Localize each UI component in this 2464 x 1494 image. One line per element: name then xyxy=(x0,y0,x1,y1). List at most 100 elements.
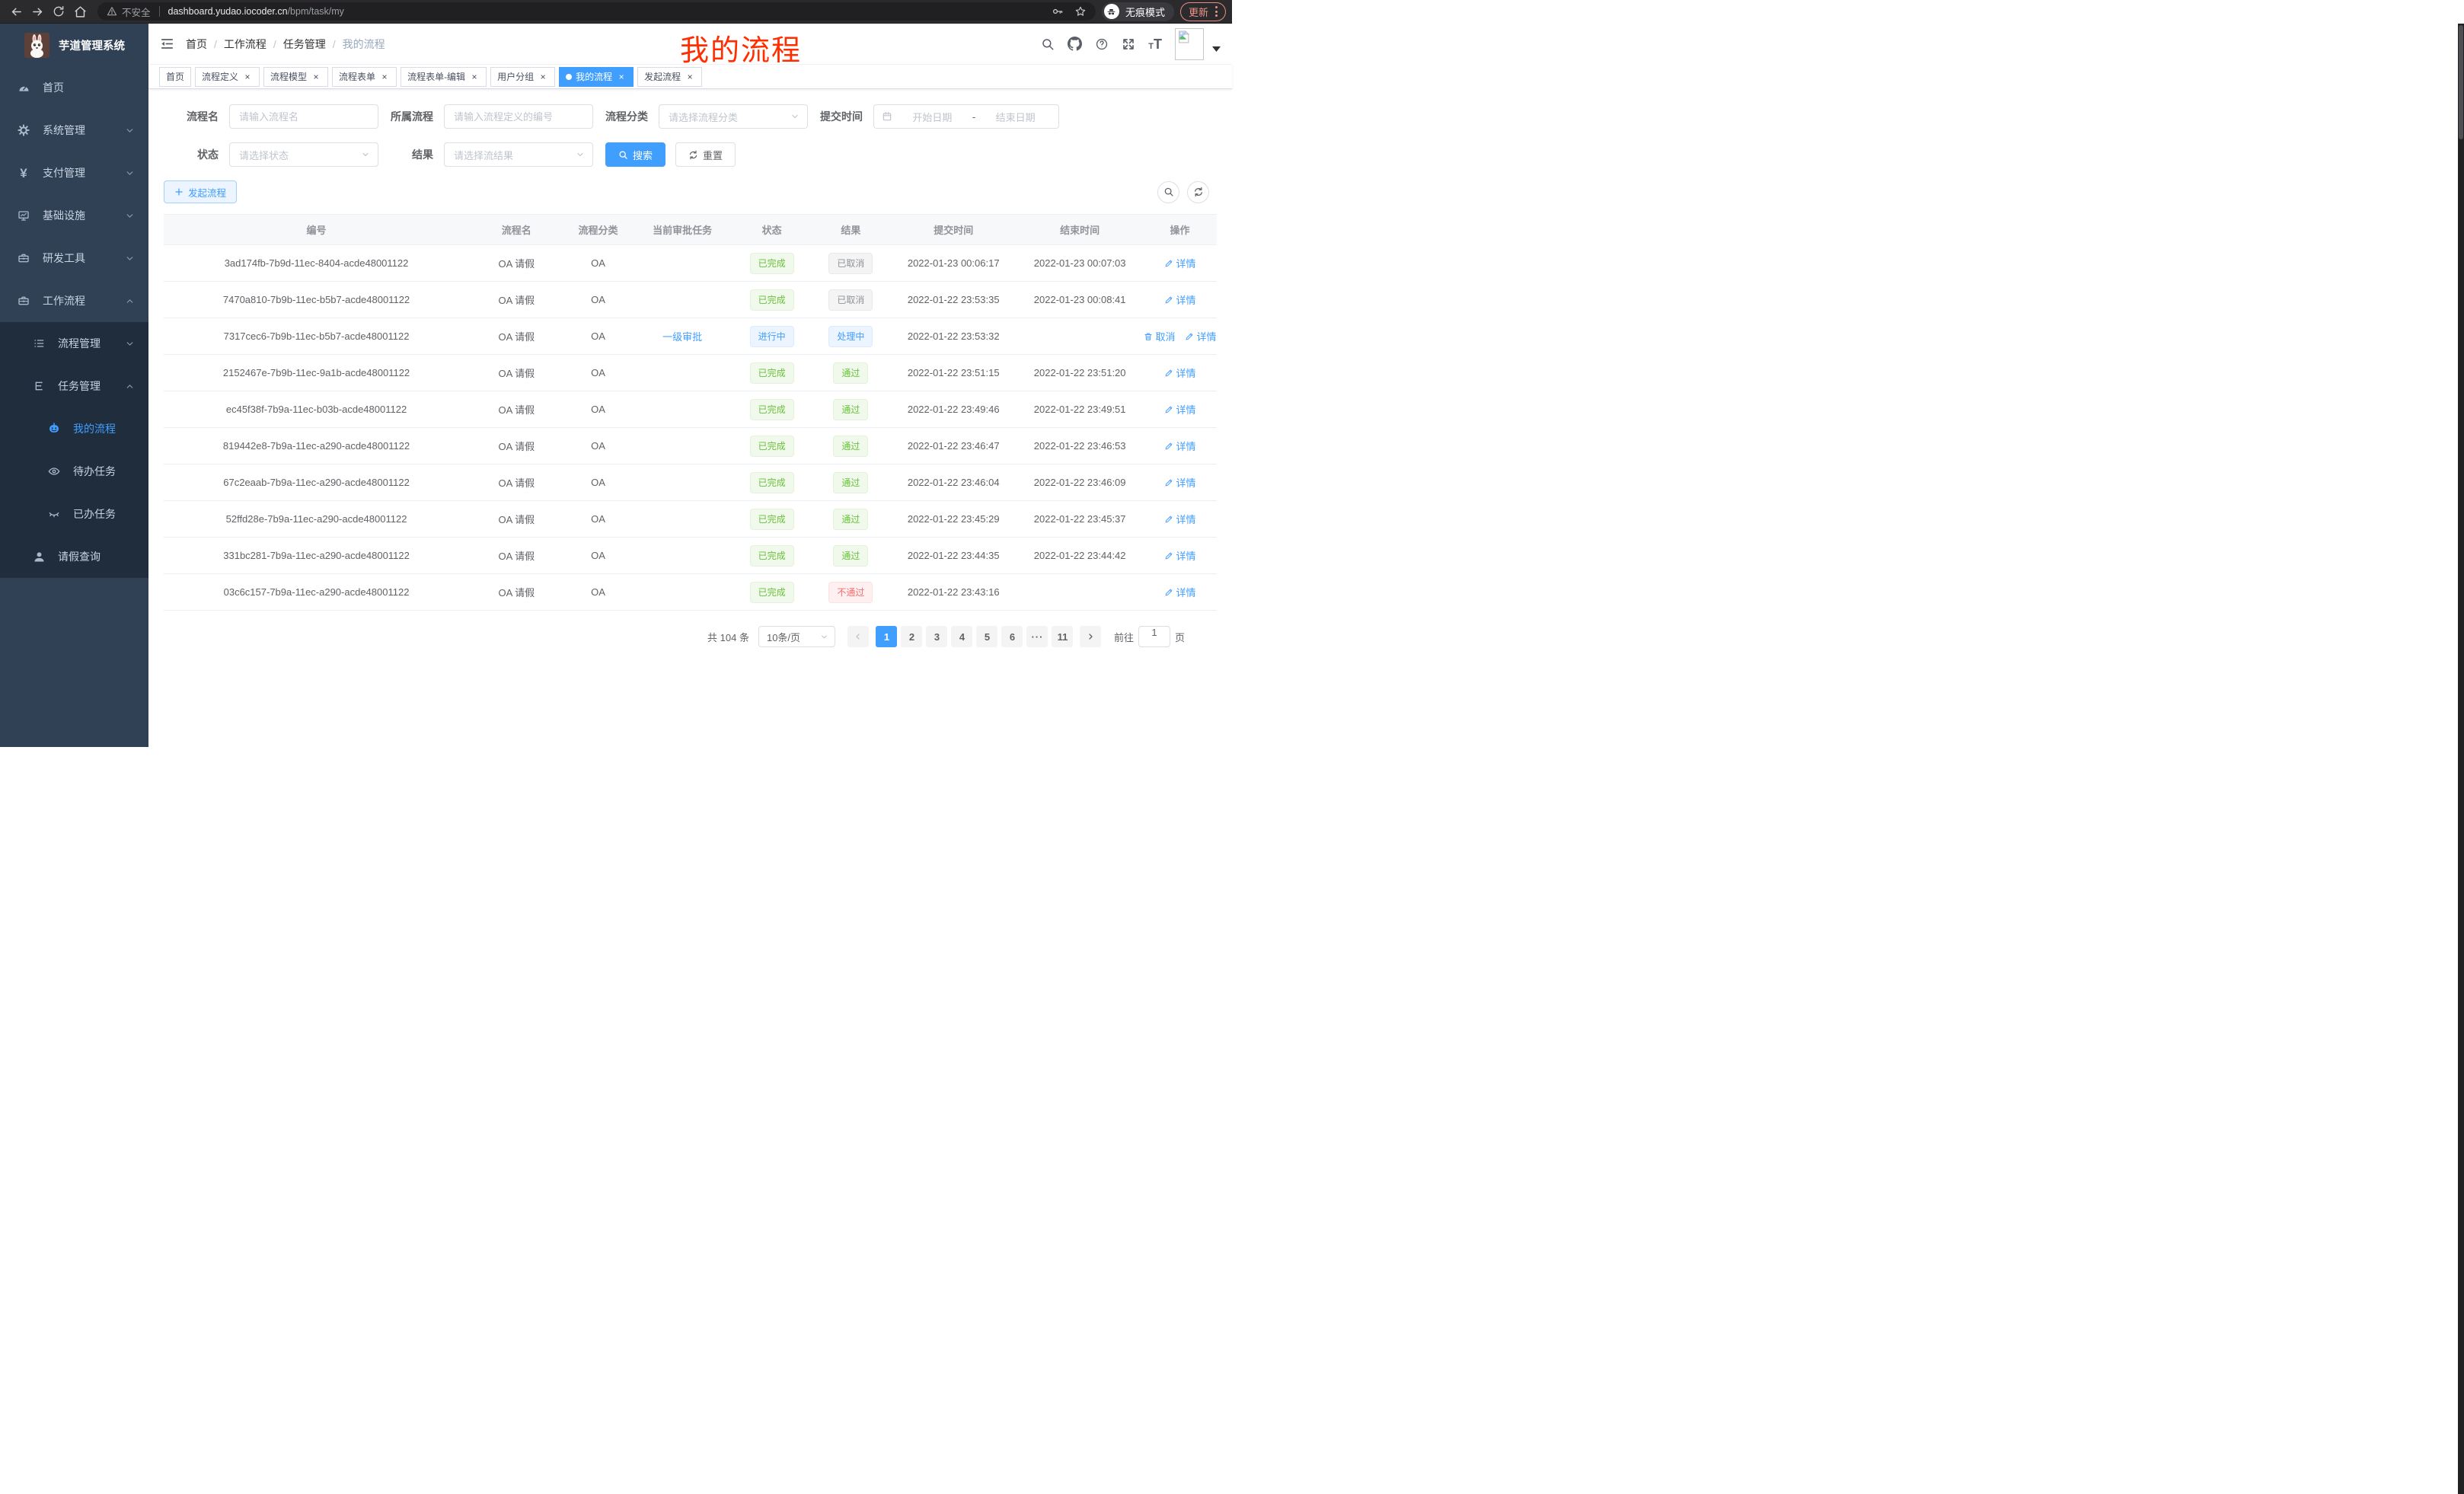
next-page-button[interactable] xyxy=(1080,626,1101,647)
browser-back-button[interactable] xyxy=(6,2,26,21)
process-def-input[interactable] xyxy=(444,104,593,129)
sidebar-item-workflow[interactable]: 工作流程 xyxy=(0,279,148,322)
security-chip[interactable]: 不安全 xyxy=(107,5,151,19)
page-number-button[interactable]: 3 xyxy=(926,626,947,647)
detail-action[interactable]: 详情 xyxy=(1164,366,1196,380)
app-logo[interactable]: 芋道管理系统 xyxy=(0,24,148,66)
sidebar-item-process-mgmt[interactable]: 流程管理 xyxy=(0,322,148,365)
reset-button[interactable]: 重置 xyxy=(675,142,736,167)
table-header-row: 编号流程名流程分类当前审批任务状态结果提交时间结束时间操作 xyxy=(164,215,1217,245)
bookmark-star-icon[interactable] xyxy=(1074,5,1087,18)
breadcrumb-task-mgmt[interactable]: 任务管理 xyxy=(283,37,326,52)
page-number-button[interactable]: 5 xyxy=(976,626,997,647)
close-icon[interactable]: × xyxy=(469,72,480,82)
tab-home[interactable]: 首页 xyxy=(159,67,191,87)
prev-page-button[interactable] xyxy=(847,626,869,647)
search-icon[interactable] xyxy=(1041,37,1055,51)
breadcrumb-workflow[interactable]: 工作流程 xyxy=(224,37,267,52)
chevron-down-icon xyxy=(125,254,135,263)
tab-start-process[interactable]: 发起流程 × xyxy=(637,67,702,87)
breadcrumb-current: 我的流程 xyxy=(343,37,385,52)
process-id: 331bc281-7b9a-11ec-a290-acde48001122 xyxy=(164,550,469,561)
create-process-button[interactable]: 发起流程 xyxy=(164,180,237,203)
avatar[interactable] xyxy=(1175,28,1204,60)
browser-menu-icon[interactable] xyxy=(1215,6,1218,17)
page-number-button[interactable]: 2 xyxy=(901,626,922,647)
close-icon[interactable]: × xyxy=(379,72,390,82)
tab-user-group[interactable]: 用户分组× xyxy=(490,67,555,87)
sidebar-item-leave-query[interactable]: 请假查询 xyxy=(0,535,148,578)
font-size-icon[interactable]: TT xyxy=(1148,37,1162,51)
tab-my-process[interactable]: 我的流程× xyxy=(559,67,634,87)
detail-action[interactable]: 详情 xyxy=(1164,402,1196,417)
tab-process-definition[interactable]: 流程定义× xyxy=(195,67,260,87)
task-link[interactable]: 一级审批 xyxy=(662,329,702,343)
detail-action[interactable]: 详情 xyxy=(1185,329,1217,343)
tab-process-form-edit[interactable]: 流程表单-编辑× xyxy=(401,67,487,87)
more-pages-button[interactable]: ··· xyxy=(1026,626,1048,647)
refresh-table-button[interactable] xyxy=(1187,181,1209,203)
browser-update-button[interactable]: 更新 xyxy=(1180,2,1226,21)
tab-label: 发起流程 xyxy=(644,70,681,83)
github-icon[interactable] xyxy=(1068,37,1082,51)
category-select[interactable]: 请选择流程分类 xyxy=(659,104,808,129)
table-row: 52ffd28e-7b9a-11ec-a290-acde48001122OA 请… xyxy=(164,501,1217,538)
sidebar-item-done-task[interactable]: 已办任务 xyxy=(0,493,148,535)
status-badge: 已完成 xyxy=(750,253,794,274)
page-size-select[interactable]: 10条/页 xyxy=(758,626,835,647)
breadcrumb-home[interactable]: 首页 xyxy=(186,37,207,52)
close-icon[interactable]: × xyxy=(311,72,321,82)
cancel-action[interactable]: 取消 xyxy=(1144,329,1176,343)
sidebar-item-my-process[interactable]: 我的流程 xyxy=(0,407,148,450)
browser-home-button[interactable] xyxy=(70,2,90,21)
fullscreen-icon[interactable] xyxy=(1122,37,1135,51)
sidebar-item-task-mgmt[interactable]: 任务管理 xyxy=(0,365,148,407)
address-bar[interactable]: 不安全 dashboard.yudao.iocoder.cn/bpm/task/… xyxy=(97,2,1096,21)
sidebar-item-home[interactable]: 首页 xyxy=(0,66,148,109)
help-icon[interactable] xyxy=(1095,37,1109,51)
detail-action[interactable]: 详情 xyxy=(1164,292,1196,307)
detail-action[interactable]: 详情 xyxy=(1164,548,1196,563)
tab-process-model[interactable]: 流程模型× xyxy=(263,67,328,87)
tab-process-form[interactable]: 流程表单× xyxy=(332,67,397,87)
detail-action[interactable]: 详情 xyxy=(1164,439,1196,453)
page-number-button[interactable]: 4 xyxy=(951,626,972,647)
row-actions: 详情 xyxy=(1143,292,1217,307)
process-category: OA xyxy=(564,477,633,488)
browser-reload-button[interactable] xyxy=(49,2,69,21)
column-header: 当前审批任务 xyxy=(632,222,732,237)
sidebar-fold-icon[interactable] xyxy=(160,37,174,51)
browser-forward-button[interactable] xyxy=(27,2,47,21)
detail-action[interactable]: 详情 xyxy=(1164,512,1196,526)
window-scrollbar[interactable] xyxy=(2458,24,2464,1494)
caret-down-icon[interactable] xyxy=(1212,46,1221,52)
status-badge: 已完成 xyxy=(750,545,794,567)
detail-action[interactable]: 详情 xyxy=(1164,475,1196,490)
sidebar-item-dev-tools[interactable]: 研发工具 xyxy=(0,237,148,279)
goto-page-input[interactable] xyxy=(1138,626,1170,647)
page-number-button[interactable]: 11 xyxy=(1052,626,1073,647)
sidebar-item-infrastructure[interactable]: 基础设施 xyxy=(0,194,148,237)
submit-time-range-picker[interactable]: 开始日期 - 结束日期 xyxy=(873,104,1059,129)
toggle-search-button[interactable] xyxy=(1157,181,1179,203)
password-key-icon[interactable] xyxy=(1052,5,1064,18)
chevron-up-icon xyxy=(125,381,135,391)
page-number-button[interactable]: 1 xyxy=(876,626,897,647)
search-button[interactable]: 搜索 xyxy=(605,142,665,167)
close-icon[interactable]: × xyxy=(242,72,253,82)
sidebar-item-payment[interactable]: ¥支付管理 xyxy=(0,152,148,194)
edit-icon xyxy=(1164,295,1173,305)
result-select[interactable]: 请选择流结果 xyxy=(444,142,593,167)
toolbox-icon xyxy=(17,252,30,264)
detail-action[interactable]: 详情 xyxy=(1164,256,1196,270)
page-number-button[interactable]: 6 xyxy=(1001,626,1023,647)
sidebar-item-system[interactable]: 系统管理 xyxy=(0,109,148,152)
sidebar-item-todo-task[interactable]: 待办任务 xyxy=(0,450,148,493)
process-name-input[interactable] xyxy=(229,104,378,129)
close-icon[interactable]: × xyxy=(685,72,695,82)
refresh-icon xyxy=(688,150,698,160)
detail-action[interactable]: 详情 xyxy=(1164,585,1196,599)
status-select[interactable]: 请选择状态 xyxy=(229,142,378,167)
close-icon[interactable]: × xyxy=(538,72,548,82)
close-icon[interactable]: × xyxy=(616,72,627,82)
